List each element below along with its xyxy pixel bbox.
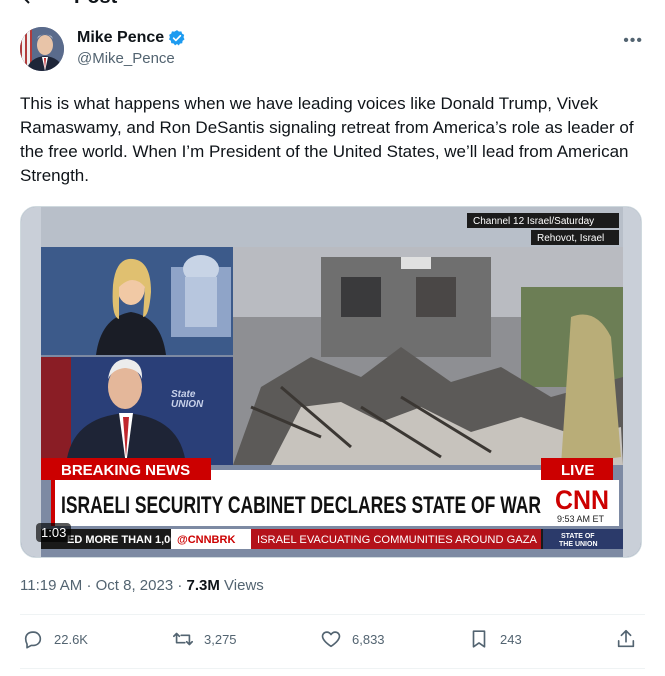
author-handle[interactable]: @Mike_Pence xyxy=(77,50,186,67)
video-frame: State UNION Channel 12 Israel/Saturday R… xyxy=(21,207,641,557)
more-options-icon[interactable]: ••• xyxy=(623,32,643,50)
tweet-meta: 11:19 AM · Oct 8, 2023 · 7.3M Views xyxy=(20,577,264,594)
like-button[interactable]: 6,833 xyxy=(320,628,385,650)
ticker-brand: @CNNBRK xyxy=(177,534,235,546)
bookmark-count: 243 xyxy=(500,631,522,647)
share-icon xyxy=(617,629,635,648)
tweet-date[interactable]: Oct 8, 2023 xyxy=(96,577,174,594)
repost-button[interactable]: 3,275 xyxy=(172,628,237,650)
repost-icon xyxy=(173,632,193,646)
video-headline: ISRAELI SECURITY CABINET DECLARES STATE … xyxy=(61,492,541,519)
tweet-time[interactable]: 11:19 AM xyxy=(20,577,82,594)
meta-separator: · xyxy=(86,577,92,594)
author-name[interactable]: Mike Pence xyxy=(77,29,164,47)
channel-tag: Channel 12 Israel/Saturday xyxy=(473,216,594,227)
tweet-text: This is what happens when we have leadin… xyxy=(20,94,634,185)
svg-text:UNION: UNION xyxy=(171,399,204,410)
show-logo-line2: THE UNION xyxy=(559,541,598,548)
divider xyxy=(20,668,645,669)
live-label: LIVE xyxy=(561,462,594,479)
action-bar: 22.6K 3,275 6,833 243 xyxy=(20,628,645,656)
avatar[interactable] xyxy=(20,27,64,71)
video-player[interactable]: State UNION Channel 12 Israel/Saturday R… xyxy=(20,206,642,558)
divider xyxy=(20,614,645,615)
avatar-image xyxy=(20,27,64,71)
broadcast-time: 9:53 AM ET xyxy=(557,514,605,524)
meta-separator: · xyxy=(177,577,183,594)
like-count: 6,833 xyxy=(352,631,385,647)
bookmark-button[interactable]: 243 xyxy=(468,628,522,650)
reply-count: 22.6K xyxy=(54,631,88,647)
reply-icon xyxy=(24,631,42,649)
repost-count: 3,275 xyxy=(204,631,237,647)
share-button[interactable] xyxy=(615,628,637,650)
ticker-left: ED MORE THAN 1,000 xyxy=(67,534,183,546)
page-title: Post xyxy=(74,0,117,9)
show-logo-line1: STATE OF xyxy=(561,533,595,540)
cnn-logo: CNN xyxy=(555,485,609,515)
breaking-news-label: BREAKING NEWS xyxy=(61,462,190,479)
heart-icon xyxy=(321,631,341,648)
ticker-right: ISRAEL EVACUATING COMMUNITIES AROUND GAZ… xyxy=(257,534,538,546)
video-duration-badge: 1:03 xyxy=(36,523,72,542)
bookmark-icon xyxy=(472,630,486,648)
view-count[interactable]: 7.3M xyxy=(187,577,220,594)
views-label: Views xyxy=(224,577,264,594)
verified-badge-icon xyxy=(169,30,185,46)
back-arrow-icon[interactable] xyxy=(22,0,40,4)
location-tag: Rehovot, Israel xyxy=(537,233,604,244)
reply-button[interactable]: 22.6K xyxy=(22,628,88,650)
